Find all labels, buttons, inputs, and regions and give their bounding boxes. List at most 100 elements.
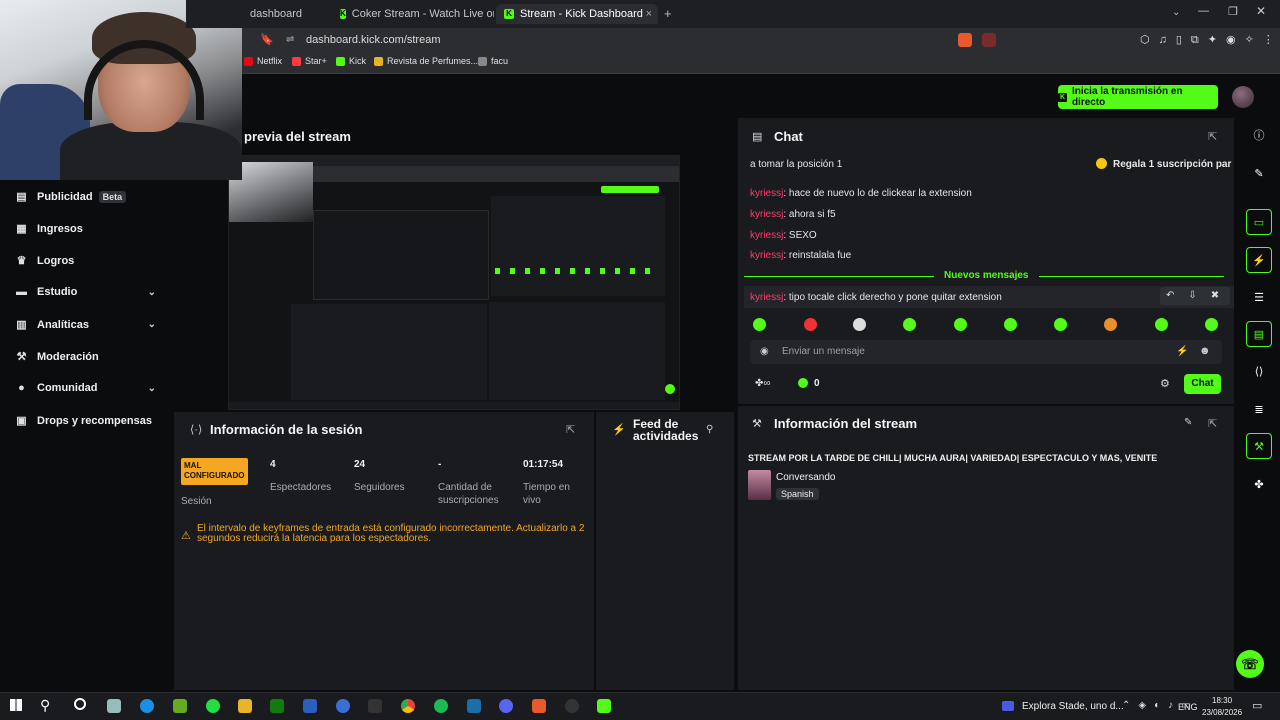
maximize-icon[interactable]: ❐	[1228, 5, 1238, 18]
chat-mode-icon[interactable]: ✤∞	[755, 378, 771, 389]
bookmark-starplus[interactable]: Star+	[292, 56, 327, 66]
spotify-icon[interactable]	[434, 699, 448, 713]
emote-icon[interactable]	[753, 318, 766, 331]
chat-panel-icon[interactable]: ▤	[1246, 321, 1272, 347]
emote-icon[interactable]	[1104, 318, 1117, 331]
stream-preview-video[interactable]	[228, 155, 680, 410]
brave-rewards-icon[interactable]	[982, 33, 996, 47]
edit-icon[interactable]: ✎	[1246, 160, 1272, 186]
sidebar-item-moderacion[interactable]: ⚒ Moderación	[16, 350, 156, 364]
epic-games-icon[interactable]	[368, 699, 382, 713]
url-field[interactable]: dashboard.kick.com/stream	[280, 31, 950, 49]
sidebar-item-label: Ingresos	[37, 222, 83, 235]
emote-icon[interactable]	[954, 318, 967, 331]
browser-tab-active[interactable]: K Stream - Kick Dashboard ×	[496, 4, 658, 24]
filter-icon[interactable]: ⚲	[706, 424, 713, 435]
brave-icon[interactable]	[532, 699, 546, 713]
browser-toolbar-icons[interactable]: ⬡♫▯⧉✦◉✧⋮	[1140, 33, 1280, 47]
gift-subscription-button[interactable]: Regala 1 suscripción par	[1113, 159, 1231, 170]
chat-username[interactable]: kyriessj	[750, 188, 783, 199]
sidebar-item-estudio[interactable]: ▬ Estudio ⌄	[16, 286, 156, 298]
clock-date[interactable]: 23/08/2026	[1202, 708, 1242, 717]
avatar[interactable]	[1232, 86, 1254, 108]
sidebar-item-publicidad[interactable]: ▤ Publicidad Beta	[16, 190, 156, 203]
tab-list-icon[interactable]: ⌄	[1172, 7, 1180, 18]
chat-username[interactable]: kyriessj	[750, 209, 783, 220]
message-actions[interactable]: ↶⇩✖	[1160, 287, 1230, 305]
site-info-icon[interactable]: ⇌	[286, 34, 294, 45]
close-icon[interactable]: ×	[646, 8, 652, 20]
file-explorer-icon[interactable]	[238, 699, 252, 713]
tab-label: Stream - Kick Dashboard	[520, 8, 643, 20]
discord-icon[interactable]	[499, 699, 513, 713]
code-icon[interactable]: ⟨⟩	[1246, 358, 1272, 384]
edge-icon[interactable]	[140, 699, 154, 713]
chat-send-button[interactable]: Chat	[1184, 374, 1221, 394]
notifications-icon[interactable]: ▭	[1252, 699, 1262, 712]
taskbar-notification[interactable]: Explora Stade, uno d...	[1022, 701, 1124, 712]
brave-shields-icon[interactable]	[958, 33, 972, 47]
bookmark-label: Star+	[305, 56, 327, 66]
app-icon[interactable]	[173, 699, 187, 713]
windows-start-icon[interactable]	[10, 699, 22, 711]
search-icon[interactable]: ⚲	[40, 697, 50, 714]
support-button[interactable]: ☏	[1236, 650, 1264, 678]
sidebar-item-drops[interactable]: ▣ Drops y recompensas	[16, 414, 176, 428]
browser-tab[interactable]: KCoker Stream - Watch Live on Kick×	[332, 4, 494, 24]
popout-icon[interactable]: ⇱	[566, 423, 575, 436]
emote-icon[interactable]	[1155, 318, 1168, 331]
chat-username[interactable]: kyriessj	[750, 230, 783, 241]
video-panel-icon[interactable]: ▭	[1246, 209, 1272, 235]
app-icon[interactable]	[206, 699, 220, 713]
go-live-button[interactable]: K Inicia la transmisión en directo	[1058, 85, 1218, 109]
language-indicator[interactable]: ENG	[1178, 702, 1198, 712]
chat-input[interactable]: Enviar un mensaje	[750, 340, 1222, 364]
emote-icon[interactable]	[903, 318, 916, 331]
emote-icon[interactable]	[804, 318, 817, 331]
emote-icon[interactable]	[1205, 318, 1218, 331]
steam-icon[interactable]	[467, 699, 481, 713]
minimize-icon[interactable]: —	[1198, 5, 1209, 17]
emote-icon[interactable]	[1054, 318, 1067, 331]
edit-icon[interactable]: ✎	[1184, 417, 1192, 428]
chrome-icon[interactable]	[401, 699, 415, 713]
browser-tab[interactable]: dashboard	[242, 4, 330, 24]
layers-icon[interactable]: ≣	[1246, 396, 1272, 422]
category-thumbnail[interactable]	[748, 470, 771, 500]
obs-icon[interactable]	[565, 699, 579, 713]
bookmark-kick[interactable]: Kick	[336, 56, 366, 66]
popout-icon[interactable]: ⇱	[1208, 130, 1217, 143]
community-rail-icon[interactable]: ✤	[1246, 471, 1272, 497]
chat-settings-icon[interactable]: ⚙	[1160, 377, 1170, 390]
studio-icon: ▬	[16, 286, 27, 298]
emoji-icon[interactable]: ☻	[1199, 345, 1211, 357]
chat-username[interactable]: kyriessj	[750, 250, 783, 261]
sidebar-item-comunidad[interactable]: ● Comunidad ⌄	[16, 382, 156, 394]
sidebar-item-logros[interactable]: ♛ Logros	[16, 254, 156, 268]
list-icon[interactable]: ☰	[1246, 284, 1272, 310]
emote-icon[interactable]	[853, 318, 866, 331]
info-icon[interactable]: ⓘ	[1246, 122, 1272, 148]
word-icon[interactable]	[303, 699, 317, 713]
app-icon[interactable]	[336, 699, 350, 713]
bookmark-icon[interactable]: 🔖	[260, 33, 274, 46]
bookmark-perfumes[interactable]: Revista de Perfumes...	[374, 56, 478, 66]
bookmark-facu[interactable]: facu	[478, 56, 508, 66]
popout-icon[interactable]: ⇱	[1208, 417, 1217, 430]
bookmark-netflix[interactable]: Netflix	[244, 56, 282, 66]
category-name[interactable]: Conversando	[776, 472, 835, 483]
lightning-icon[interactable]: ⚡	[1246, 247, 1272, 273]
kick-icon[interactable]	[597, 699, 611, 713]
xbox-icon[interactable]	[270, 699, 284, 713]
window-close-icon[interactable]: ✕	[1256, 4, 1266, 18]
emote-icon[interactable]	[1004, 318, 1017, 331]
chat-username[interactable]: kyriessj	[750, 292, 783, 303]
clock-time[interactable]: 18:30	[1212, 696, 1232, 705]
app-icon[interactable]	[107, 699, 121, 713]
sidebar-item-analiticas[interactable]: ▥ Analíticas ⌄	[16, 318, 156, 332]
new-tab-icon[interactable]: +	[664, 6, 672, 21]
emote-picker-icon[interactable]: ⚡	[1176, 346, 1188, 357]
sidebar-item-ingresos[interactable]: ▦ Ingresos	[16, 222, 156, 236]
task-view-icon[interactable]	[74, 698, 86, 710]
tools-icon[interactable]: ⚒	[1246, 433, 1272, 459]
